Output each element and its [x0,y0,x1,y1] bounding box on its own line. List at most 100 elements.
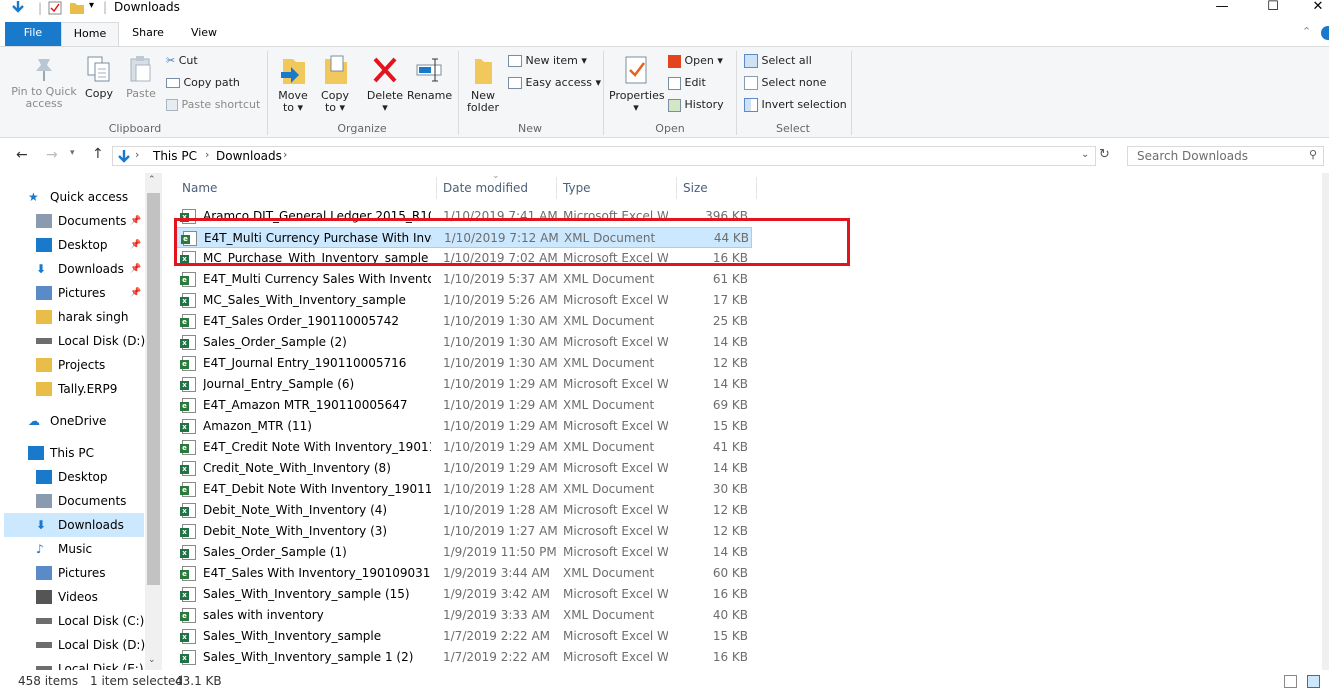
easy-access-button[interactable]: Easy access ▾ [508,74,601,94]
sidebar-item[interactable]: ⬇ Downloads [4,513,144,537]
column-separator[interactable] [436,177,437,199]
file-row[interactable]: e sales with inventory 1/9/2019 3:33 AM XML… [176,605,752,626]
file-type-badge-icon: x [180,528,189,537]
sidebar-item[interactable]: Local Disk (E:) [4,657,144,670]
sidebar-item[interactable]: Local Disk (D:) [4,633,145,657]
cut-button[interactable]: ✂ Cut [166,52,198,72]
paste-button[interactable]: Paste [124,55,158,100]
file-row[interactable]: x Debit_Note_With_Inventory (4) 1/10/2019 … [176,500,752,521]
file-row[interactable]: x Sales_Order_Sample (2) 1/10/2019 1:30 AM… [176,332,752,353]
sidebar-item[interactable]: Videos [4,585,144,609]
file-row[interactable]: x Sales_With_Inventory_sample 1/7/2019 2:2… [176,626,752,647]
select-none-button[interactable]: Select none [744,74,826,94]
sidebar-item[interactable]: Desktop 📌 [4,233,144,257]
sidebar-item[interactable]: ♪ Music [4,537,144,561]
sidebar-item[interactable]: This PC [4,441,144,465]
sidebar-item[interactable]: Pictures [4,561,144,585]
copy-to-button[interactable]: Copy to ▾ [318,55,352,114]
pin-icon [36,59,52,81]
file-row[interactable]: e E4T_Sales With Inventory_190109031116 1/… [176,563,752,584]
scroll-down-icon[interactable]: ⌄ [148,655,156,665]
file-row[interactable]: x Journal_Entry_Sample (6) 1/10/2019 1:29 … [176,374,752,395]
new-item-button[interactable]: New item ▾ [508,52,587,72]
sidebar-item[interactable]: Documents [4,489,144,513]
column-header-date[interactable]: Date modified [443,181,528,203]
address-history-icon[interactable]: ⌄ [1081,149,1089,160]
nav-scrollbar-thumb[interactable] [147,193,160,585]
properties-qat-icon[interactable] [48,1,62,15]
tab-file[interactable]: File [5,22,61,46]
file-row[interactable]: x Sales_Order_Sample (1) 1/9/2019 11:50 PM… [176,542,752,563]
file-row[interactable]: e E4T_Sales Order_190110005742 1/10/2019 1… [176,311,752,332]
help-icon[interactable] [1320,26,1329,40]
file-row[interactable]: x Sales_With_Inventory_sample 1 (2) 1/7/20… [176,647,752,668]
column-separator[interactable] [556,177,557,199]
column-header-type[interactable]: Type [563,181,591,203]
rename-button[interactable]: Rename [407,55,452,102]
sidebar-item[interactable]: Pictures 📌 [4,281,144,305]
file-list-scrollbar[interactable] [1322,173,1329,670]
sidebar-item[interactable]: ⬇ Downloads 📌 [4,257,144,281]
history-button[interactable]: History [668,96,724,116]
sidebar-item[interactable]: Desktop [4,465,144,489]
sidebar-item[interactable]: Projects [4,353,144,377]
paste-shortcut-button[interactable]: Paste shortcut [166,96,260,116]
invert-selection-button[interactable]: Invert selection [744,96,847,116]
file-row[interactable]: x Amazon_MTR (11) 1/10/2019 1:29 AM Microso… [176,416,752,437]
breadcrumb-downloads[interactable]: Downloads [216,149,282,163]
sidebar-item[interactable]: Local Disk (D:) [4,329,145,353]
edit-button[interactable]: Edit [668,74,706,94]
column-header-size[interactable]: Size [683,181,708,203]
pin-to-quick-access-button[interactable]: Pin to Quick access [8,55,80,110]
sidebar-item[interactable]: harak singh [4,305,144,329]
search-input[interactable]: Search Downloads [1127,146,1324,166]
tab-home[interactable]: Home [61,22,119,46]
search-icon[interactable]: ⚲ [1309,148,1317,161]
large-icons-view-icon[interactable] [1307,675,1320,688]
sidebar-item[interactable]: Documents 📌 [4,209,144,233]
scroll-up-icon[interactable]: ⌃ [148,175,156,185]
file-row[interactable]: x Sales_With_Inventory_sample (15) 1/9/201… [176,584,752,605]
file-row[interactable]: e E4T_Journal Entry_190110005716 1/10/2019… [176,353,752,374]
file-row[interactable]: e E4T_Credit Note With Inventory_1901100.… [176,437,752,458]
refresh-icon[interactable]: ↻ [1099,147,1110,162]
file-row[interactable]: x Debit_Note_With_Inventory (3) 1/10/2019 … [176,521,752,542]
select-all-button[interactable]: Select all [744,52,812,72]
move-to-button[interactable]: Move to ▾ [276,55,310,114]
breadcrumb-this-pc[interactable]: This PC [153,149,197,163]
downloads-icon [12,1,24,13]
column-header-name[interactable]: Name [182,181,217,203]
file-row[interactable]: e E4T_Amazon MTR_190110005647 1/10/2019 1:… [176,395,752,416]
file-row[interactable]: e E4T_Debit Note With Inventory_19011000.… [176,479,752,500]
file-row[interactable]: x MC_Sales_With_Inventory_sample 1/10/2019… [176,290,752,311]
column-separator[interactable] [676,177,677,199]
address-bar[interactable]: › This PC › Downloads › ⌄ [112,146,1096,166]
file-row[interactable]: x Credit_Note_With_Inventory (8) 1/10/2019… [176,458,752,479]
sidebar-item[interactable]: ☁ OneDrive [4,409,144,433]
new-folder-qat-icon[interactable] [70,1,84,14]
forward-icon[interactable]: → [46,147,58,163]
customize-qat-icon[interactable]: ▾ [89,0,94,11]
open-button[interactable]: Open ▾ [668,52,723,72]
close-button[interactable]: ✕ [1296,0,1329,20]
file-name: Credit_Note_With_Inventory (8) [203,461,391,475]
delete-button[interactable]: Delete ▾ [366,55,404,114]
minimize-button[interactable]: — [1200,0,1244,20]
tab-view[interactable]: View [180,22,228,46]
copy-path-button[interactable]: Copy path [166,74,240,94]
column-separator[interactable] [756,177,757,199]
copy-button[interactable]: Copy [82,55,116,100]
sidebar-item[interactable]: ★ Quick access [4,185,144,209]
up-icon[interactable]: ↑ [92,146,104,162]
sidebar-item[interactable]: Local Disk (C:) [4,609,144,633]
new-folder-button[interactable]: New folder [464,55,502,114]
collapse-ribbon-icon[interactable]: ⌃ [1302,25,1311,38]
file-row[interactable]: e E4T_Multi Currency Sales With Inventory… [176,269,752,290]
maximize-button[interactable]: ☐ [1251,0,1295,20]
recent-locations-icon[interactable]: ▾ [70,148,75,158]
sidebar-item[interactable]: Tally.ERP9 [4,377,144,401]
back-icon[interactable]: ← [16,147,28,163]
properties-button[interactable]: Properties ▾ [609,55,665,114]
details-view-icon[interactable] [1284,675,1297,688]
tab-share[interactable]: Share [124,22,172,46]
